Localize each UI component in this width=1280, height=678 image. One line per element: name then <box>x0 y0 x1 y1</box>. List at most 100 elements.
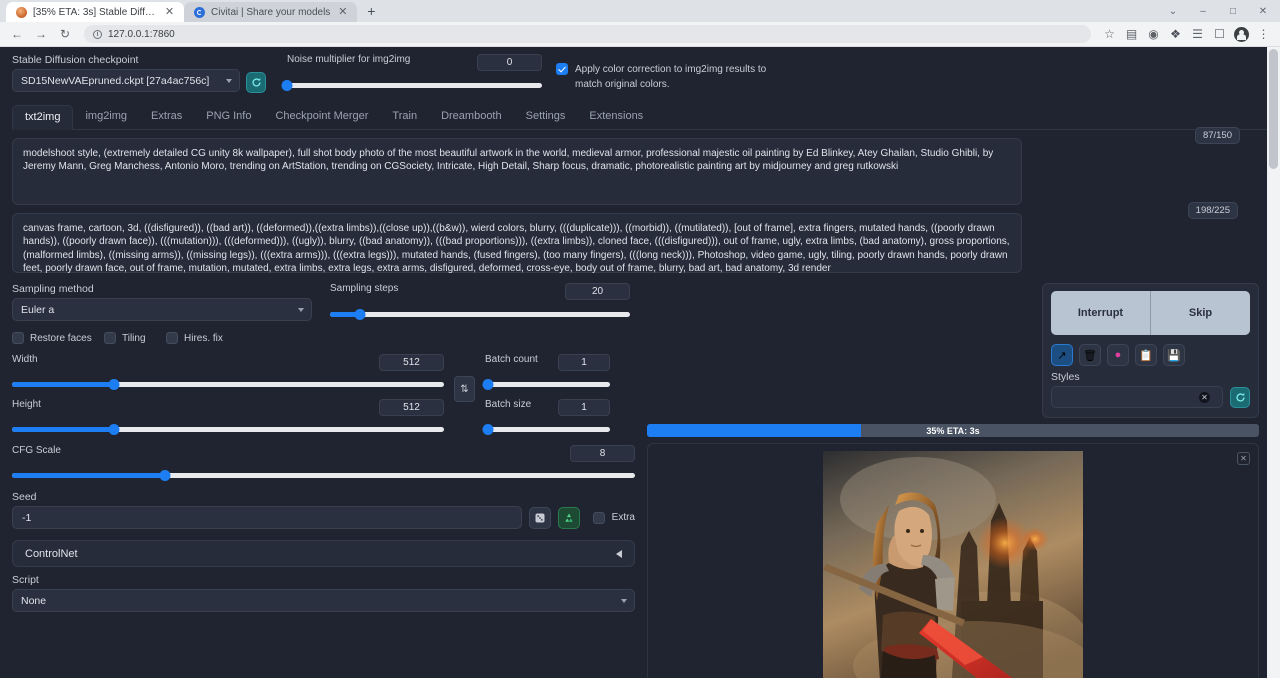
sampling-method-label: Sampling method <box>12 283 312 295</box>
site-info-icon[interactable]: i <box>93 30 102 39</box>
noise-multiplier-label: Noise multiplier for img2img <box>287 54 410 65</box>
clipboard-icon[interactable]: 📋 <box>1135 344 1157 366</box>
browser-toolbar: ← → ↻ i 127.0.0.1:7860 ☆ ▤ ◉ ❖ ☰ ☐ ⋮ <box>0 22 1280 47</box>
noise-multiplier-value[interactable]: 0 <box>477 54 542 71</box>
tab-close-icon[interactable]: ✕ <box>163 6 176 19</box>
palette-icon[interactable]: ● <box>1107 344 1129 366</box>
width-value[interactable]: 512 <box>379 354 444 371</box>
back-icon[interactable]: ← <box>6 23 28 45</box>
address-bar[interactable]: i 127.0.0.1:7860 <box>84 25 1091 43</box>
page-scrollbar[interactable] <box>1267 47 1280 678</box>
tab-checkpoint-merger[interactable]: Checkpoint Merger <box>263 105 380 129</box>
checkpoint-label: Stable Diffusion checkpoint <box>12 54 240 66</box>
bookmark-star-icon[interactable]: ☆ <box>1099 23 1120 45</box>
interrupt-button[interactable]: Interrupt <box>1051 291 1151 335</box>
width-slider[interactable] <box>12 377 444 391</box>
positive-prompt-wrap: 87/150 modelshoot style, (extremely deta… <box>12 138 1270 205</box>
reuse-seed-button[interactable] <box>558 507 580 529</box>
negative-prompt-input[interactable]: canvas frame, cartoon, 3d, ((disfigured)… <box>12 213 1022 273</box>
sampling-method-select[interactable]: Euler a <box>12 298 312 321</box>
toolbar-icon-group: ☆ ▤ ◉ ❖ ☰ ☐ ⋮ <box>1099 23 1274 45</box>
send-to-icon[interactable]: ↗ <box>1051 344 1073 366</box>
browser-tab-civitai[interactable]: Civitai | Share your models ✕ <box>184 2 357 22</box>
tab-dreambooth[interactable]: Dreambooth <box>429 105 514 129</box>
restore-faces-checkbox[interactable] <box>12 332 24 344</box>
tab-extras[interactable]: Extras <box>139 105 194 129</box>
sampling-steps-block: Sampling steps 20 <box>330 283 630 321</box>
width-label: Width <box>12 354 38 365</box>
kebab-menu-icon[interactable]: ⋮ <box>1253 23 1274 45</box>
restore-faces-option[interactable]: Restore faces <box>12 332 104 344</box>
minimize-icon[interactable]: – <box>1188 0 1218 22</box>
cfg-slider[interactable] <box>12 468 635 482</box>
controlnet-accordion[interactable]: ControlNet <box>12 540 635 567</box>
tab-title: [35% ETA: 3s] Stable Diffusion <box>33 7 157 18</box>
maximize-icon[interactable]: □ <box>1218 0 1248 22</box>
positive-prompt-input[interactable]: modelshoot style, (extremely detailed CG… <box>12 138 1022 205</box>
color-correction-checkbox[interactable] <box>556 63 568 75</box>
color-correction-option[interactable]: Apply color correction to img2img result… <box>556 54 786 92</box>
generate-action-bar: Interrupt Skip ↗ 🗑 ● 📋 💾 Styles <box>1042 283 1259 418</box>
tab-close-icon[interactable]: ✕ <box>336 6 349 19</box>
hires-fix-option[interactable]: Hires. fix <box>166 332 223 344</box>
sampling-steps-value[interactable]: 20 <box>565 283 630 300</box>
tab-search-chevron-icon[interactable]: ⌄ <box>1158 0 1188 22</box>
negative-prompt-wrap: 198/225 canvas frame, cartoon, 3d, ((dis… <box>12 213 1270 273</box>
toggles-row: Restore faces Tiling Hires. fix <box>12 332 635 344</box>
tab-png-info[interactable]: PNG Info <box>194 105 263 129</box>
script-select[interactable]: None <box>12 589 635 612</box>
tab-txt2img[interactable]: txt2img <box>12 105 73 130</box>
color-correction-label: Apply color correction to img2img result… <box>575 63 786 92</box>
tab-settings[interactable]: Settings <box>514 105 578 129</box>
sampling-steps-slider[interactable] <box>330 307 630 321</box>
width-height-block: Width 512 Height 512 <box>12 354 444 436</box>
playlist-icon[interactable]: ☰ <box>1187 23 1208 45</box>
cfg-value[interactable]: 8 <box>570 445 635 462</box>
noise-multiplier-slider[interactable] <box>287 78 542 92</box>
puzzle-extension-icon[interactable]: ❖ <box>1165 23 1186 45</box>
browser-tab-stable-diffusion[interactable]: [35% ETA: 3s] Stable Diffusion ✕ <box>6 2 184 22</box>
window-controls: ⌄ – □ ✕ <box>1158 0 1278 22</box>
batch-size-slider[interactable] <box>485 422 610 436</box>
media-control-icon[interactable]: ▤ <box>1121 23 1142 45</box>
clear-styles-icon[interactable]: ✕ <box>1199 392 1210 403</box>
batch-count-value[interactable]: 1 <box>558 354 610 371</box>
tab-extensions[interactable]: Extensions <box>577 105 655 129</box>
tiling-option[interactable]: Tiling <box>104 332 166 344</box>
refresh-checkpoint-button[interactable] <box>246 72 266 93</box>
close-window-icon[interactable]: ✕ <box>1248 0 1278 22</box>
extension-sync-icon[interactable]: ◉ <box>1143 23 1164 45</box>
tab-train[interactable]: Train <box>380 105 429 129</box>
refresh-styles-button[interactable] <box>1230 387 1250 408</box>
skip-button[interactable]: Skip <box>1151 291 1250 335</box>
extra-seed-checkbox[interactable] <box>593 512 605 524</box>
tab-img2img[interactable]: img2img <box>73 105 139 129</box>
tiling-checkbox[interactable] <box>104 332 116 344</box>
forward-icon[interactable]: → <box>30 23 52 45</box>
hires-fix-checkbox[interactable] <box>166 332 178 344</box>
positive-token-counter: 87/150 <box>1195 127 1240 144</box>
batch-count-slider[interactable] <box>485 377 610 391</box>
generated-image[interactable] <box>823 451 1083 678</box>
script-value: None <box>21 595 46 607</box>
new-tab-button[interactable]: + <box>361 1 381 21</box>
styles-select[interactable]: ✕ <box>1051 386 1223 408</box>
script-label: Script <box>12 574 635 586</box>
styles-label: Styles <box>1051 371 1250 383</box>
swap-dimensions-button[interactable]: ⇅ <box>454 376 475 402</box>
address-bar-value: 127.0.0.1:7860 <box>108 29 175 40</box>
close-gallery-icon[interactable]: ✕ <box>1237 452 1250 465</box>
save-style-icon[interactable]: 💾 <box>1163 344 1185 366</box>
height-slider[interactable] <box>12 422 444 436</box>
trash-icon[interactable]: 🗑 <box>1079 344 1101 366</box>
height-value[interactable]: 512 <box>379 399 444 416</box>
seed-input[interactable]: -1 <box>12 506 522 529</box>
sidepanel-icon[interactable]: ☐ <box>1209 23 1230 45</box>
tab-title: Civitai | Share your models <box>211 7 330 18</box>
profile-avatar-icon[interactable] <box>1231 23 1252 45</box>
batch-size-value[interactable]: 1 <box>558 399 610 416</box>
reload-icon[interactable]: ↻ <box>54 23 76 45</box>
checkpoint-select[interactable]: SD15NewVAEpruned.ckpt [27a4ac756c] <box>12 69 240 92</box>
scrollbar-thumb[interactable] <box>1269 49 1278 169</box>
randomize-seed-button[interactable] <box>529 507 551 529</box>
